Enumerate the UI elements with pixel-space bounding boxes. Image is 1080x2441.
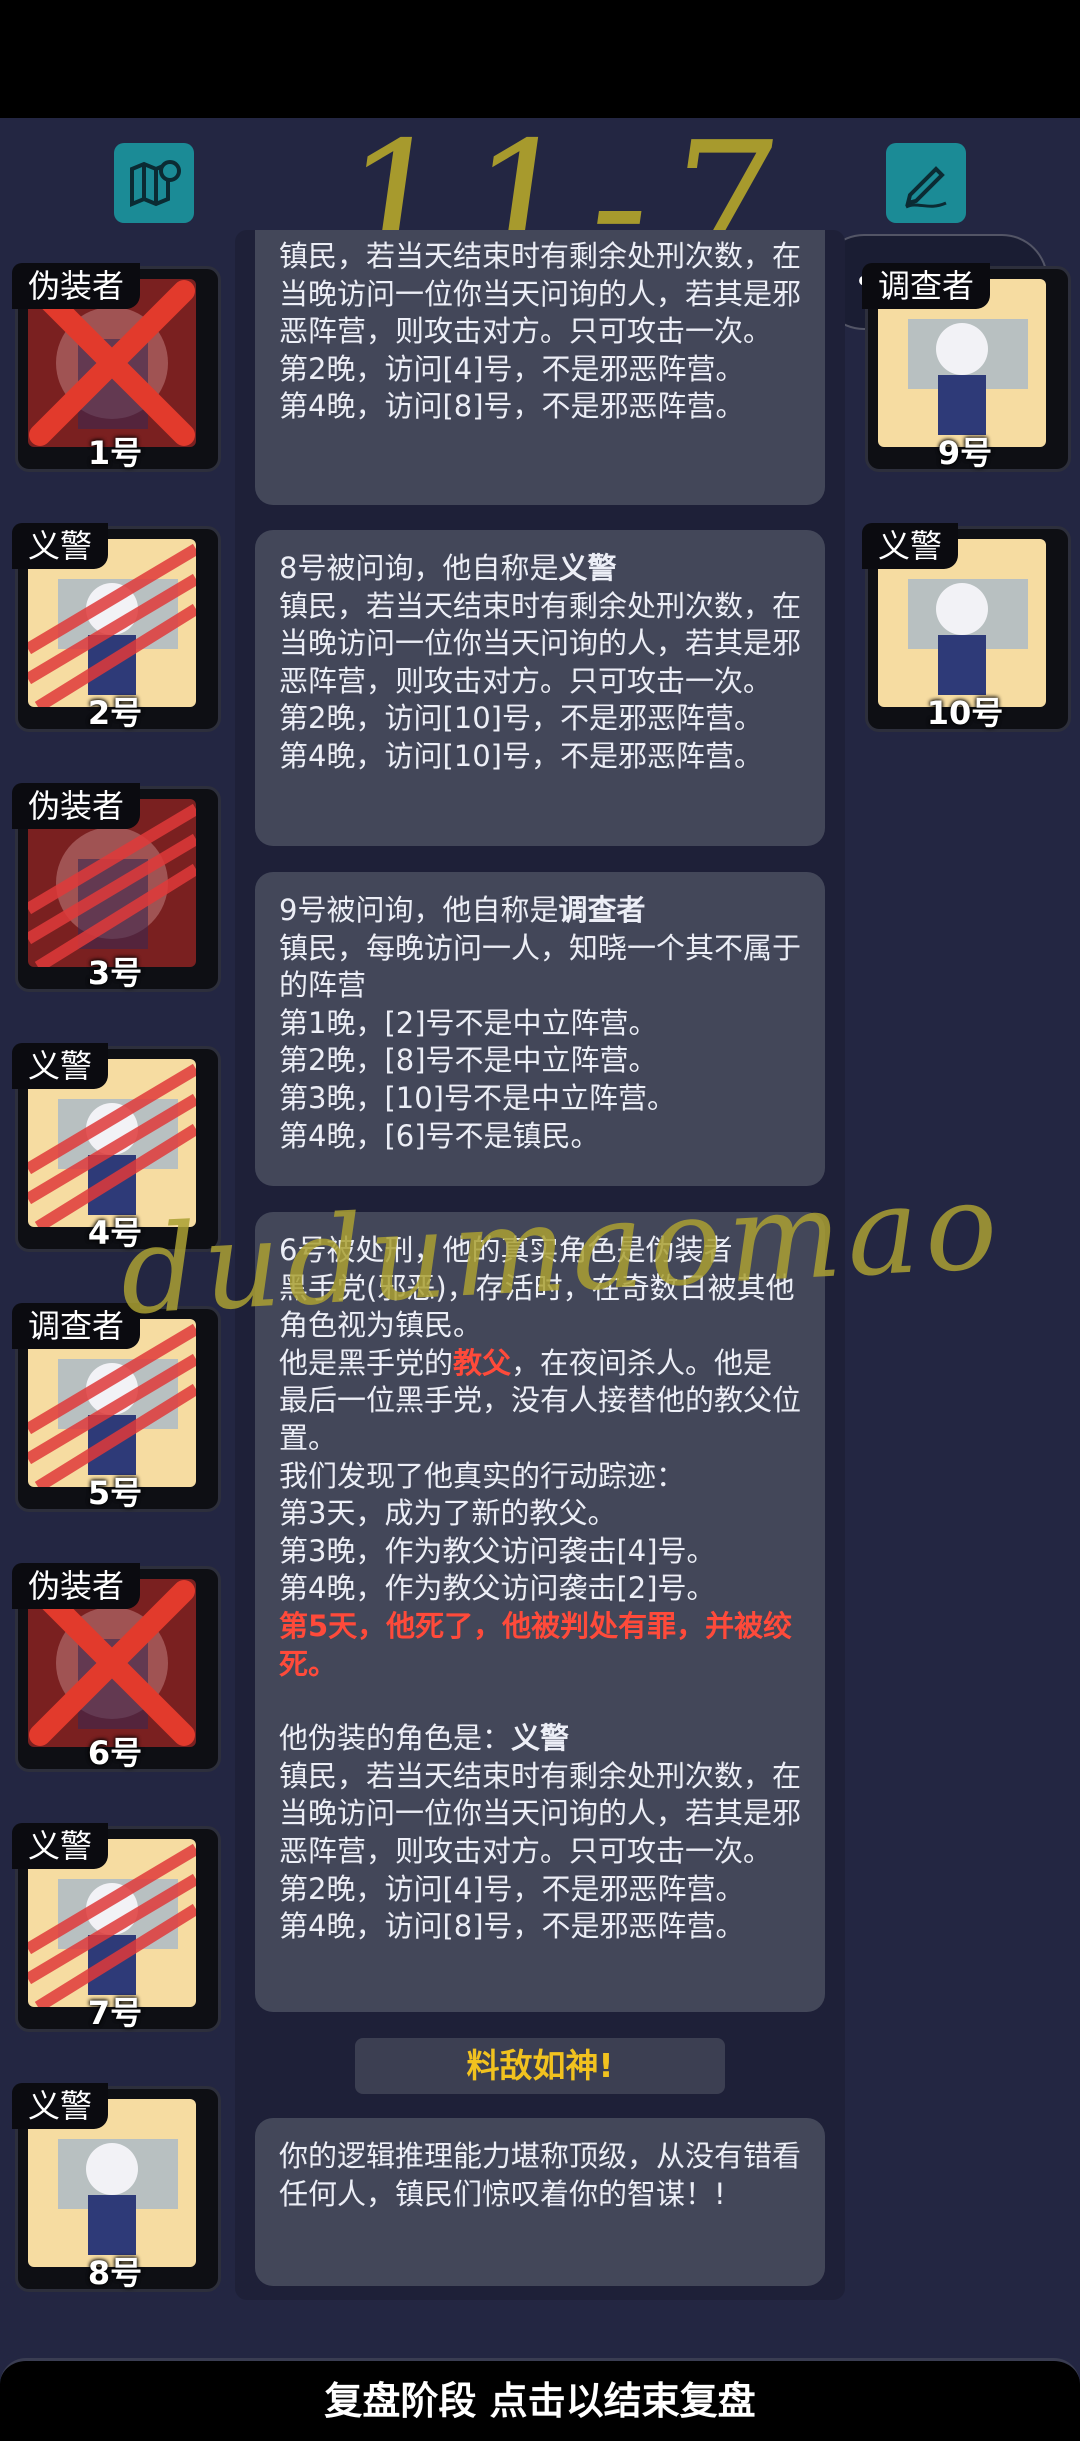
card-text: 第2晚，[8]号不是中立阵营。 xyxy=(279,1043,658,1078)
player-seat[interactable]: 义警 8号 xyxy=(12,2083,221,2292)
role-tag: 调查者 xyxy=(12,1303,141,1349)
card-text: 镇民，若当天结束时有剩余处刑次数，在当晚访问一位你当天问询的人，若其是邪恶阵营，… xyxy=(279,1758,802,1868)
review-card-8-claim-cut: 镇民，若当天结束时有剩余处刑次数，在当晚访问一位你当天问询的人，若其是邪恶阵营，… xyxy=(255,230,825,505)
card-text: 第4晚，作为教父访问袭击[2]号。 xyxy=(279,1571,716,1606)
card-intro: 9号被问询，他自称是调查者 xyxy=(279,892,801,930)
card-text: 第1晚，[2]号不是中立阵营。 xyxy=(279,1005,658,1040)
death-text: 第5天，他死了，他被判处有罪，并被绞死。 xyxy=(279,1608,793,1681)
real-role-highlight: 教父 xyxy=(453,1345,512,1380)
card-text: 第3晚，[10]号不是中立阵营。 xyxy=(279,1080,676,1115)
card-text: 他是黑手党的教父，在夜间杀人。他是最后一位黑手党，没有人接替他的教父位置。 xyxy=(279,1345,801,1458)
map-button[interactable] xyxy=(114,143,194,223)
card-text: 第3天，成为了新的教父。 xyxy=(279,1496,617,1531)
card-text: 第4晚，访问[8]号，不是邪恶阵营。 xyxy=(279,1909,745,1944)
role-tag: 义警 xyxy=(12,523,109,569)
achievement-badge: 料敌如神! xyxy=(355,2038,725,2094)
card-intro-text: 9号被问询，他自称是 xyxy=(279,893,559,927)
card-text: 你的逻辑推理能力堪称顶级，从没有错看任何人，镇民们惊叹着你的智谋！! xyxy=(279,2139,802,2211)
player-number: 2号 xyxy=(87,694,143,732)
card-text: 第3晚，作为教父访问袭击[4]号。 xyxy=(279,1533,716,1568)
card-intro: 8号被问询，他自称是义警 xyxy=(279,550,801,588)
player-seat[interactable]: 义警 7号 xyxy=(12,1823,221,2032)
card-intro-text: 8号被问询，他自称是 xyxy=(279,551,559,585)
card-text: 镇民，每晚访问一人，知晓一个其不属于的阵营 xyxy=(279,930,802,1003)
card-text: 镇民，若当天结束时有剩余处刑次数，在当晚访问一位你当天问询的人，若其是邪恶阵营，… xyxy=(279,239,802,349)
player-number: 1号 xyxy=(87,434,143,472)
card-text: 我们发现了他真实的行动踪迹： xyxy=(279,1458,686,1493)
player-seat[interactable]: 伪装者 6号 xyxy=(12,1563,221,1772)
review-card-8-claim: 8号被问询，他自称是义警 镇民，若当天结束时有剩余处刑次数，在当晚访问一位你当天… xyxy=(255,530,825,846)
player-number: 3号 xyxy=(87,954,143,992)
player-number: 8号 xyxy=(87,2254,143,2292)
card-text: 第2晚，访问[4]号，不是邪恶阵营。 xyxy=(279,1871,745,1906)
player-number: 5号 xyxy=(87,1474,143,1512)
role-tag: 伪装者 xyxy=(12,1563,141,1609)
player-seat[interactable]: 义警 2号 xyxy=(12,523,221,732)
end-review-button[interactable]: 复盘阶段 点击以结束复盘 xyxy=(0,2358,1080,2441)
role-tag: 义警 xyxy=(12,1043,109,1089)
notes-button[interactable] xyxy=(886,143,966,223)
card-text: 第2晚，访问[10]号，不是邪恶阵营。 xyxy=(279,701,763,736)
card-text: 第4晚，访问[8]号，不是邪恶阵营。 xyxy=(279,389,745,424)
role-tag: 义警 xyxy=(862,523,959,569)
role-tag: 伪装者 xyxy=(12,263,141,309)
role-tag: 伪装者 xyxy=(12,783,141,829)
pencil-note-icon xyxy=(905,166,947,209)
claim-role: 调查者 xyxy=(558,893,646,927)
review-card-6-execution: 6号被处刑，他的真实角色是伪装者 黑手党(邪恶)，存活时，在奇数日被其他角色视为… xyxy=(255,1212,825,2012)
player-seat[interactable]: 调查者 9号 xyxy=(862,263,1071,472)
fake-role-line: 他伪装的角色是：义警 xyxy=(279,1720,801,1758)
card-text: 第4晚，访问[10]号，不是邪恶阵营。 xyxy=(279,738,763,773)
card-text: 第2晚，访问[4]号，不是邪恶阵营。 xyxy=(279,351,745,386)
role-tag: 义警 xyxy=(12,2083,109,2129)
review-card-final: 你的逻辑推理能力堪称顶级，从没有错看任何人，镇民们惊叹着你的智谋！! xyxy=(255,2118,825,2286)
card-text-a: 他是黑手党的 xyxy=(279,1345,454,1380)
status-bar xyxy=(0,0,1080,118)
player-number: 9号 xyxy=(937,434,993,472)
player-number: 10号 xyxy=(926,694,1004,732)
role-tag: 调查者 xyxy=(862,263,991,309)
fake-role: 义警 xyxy=(511,1721,570,1756)
fake-role-intro: 他伪装的角色是： xyxy=(279,1721,512,1756)
player-seat[interactable]: 伪装者 3号 xyxy=(12,783,221,992)
player-number: 6号 xyxy=(87,1734,143,1772)
player-number: 7号 xyxy=(87,1994,143,2032)
claim-role: 义警 xyxy=(558,551,617,585)
player-seat[interactable]: 伪装者 1号 xyxy=(12,263,221,472)
player-seat[interactable]: 义警 10号 xyxy=(862,523,1071,732)
map-icon xyxy=(130,160,181,207)
review-card-9-claim: 9号被问询，他自称是调查者 镇民，每晚访问一人，知晓一个其不属于的阵营 第1晚，… xyxy=(255,872,825,1186)
role-tag: 义警 xyxy=(12,1823,109,1869)
card-text: 镇民，若当天结束时有剩余处刑次数，在当晚访问一位你当天问询的人，若其是邪恶阵营，… xyxy=(279,588,802,698)
card-text: 第4晚，[6]号不是镇民。 xyxy=(279,1118,600,1153)
